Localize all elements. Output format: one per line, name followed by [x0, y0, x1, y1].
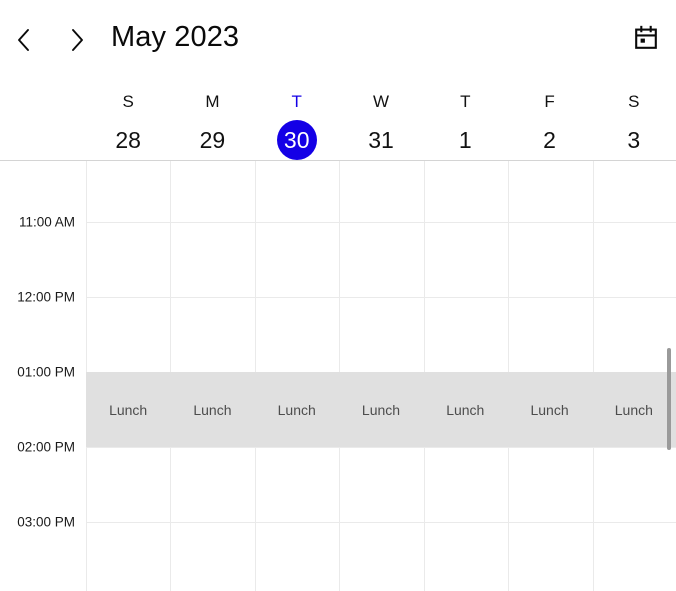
vertical-scrollbar[interactable]: [665, 161, 673, 591]
calendar-icon: [633, 25, 659, 56]
day-header-1[interactable]: M 29: [170, 80, 254, 161]
event-lunch[interactable]: Lunch: [423, 372, 508, 447]
grid-body: Lunch Lunch Lunch Lunch Lunch Lunch Lunc…: [86, 161, 676, 591]
event-title: Lunch: [361, 401, 401, 418]
event-lunch[interactable]: Lunch: [338, 372, 424, 447]
day-header-0[interactable]: S 28: [86, 80, 170, 161]
day-number-label: 1: [458, 126, 472, 153]
calendar-week-view: May 2023 S 28 M 29 T 30 W 31 T 1 F 2 S 3…: [0, 0, 676, 591]
day-number-badge[interactable]: 1: [445, 120, 485, 160]
previous-period-button[interactable]: [6, 22, 42, 58]
event-lunch[interactable]: Lunch: [254, 372, 339, 447]
time-label-0300pm: 03:00 PM: [17, 514, 75, 530]
time-label-1200pm: 12:00 PM: [17, 289, 75, 305]
day-number-label: 30: [283, 126, 310, 153]
event-lunch[interactable]: Lunch: [591, 372, 676, 447]
event-title: Lunch: [614, 401, 653, 418]
day-number-badge-selected[interactable]: 30: [276, 120, 317, 160]
day-number-label: 3: [627, 126, 641, 153]
day-number-label: 28: [115, 126, 141, 153]
day-of-week-label: T: [291, 92, 302, 111]
event-title: Lunch: [277, 401, 316, 418]
time-grid: 11:00 AM 12:00 PM 01:00 PM 02:00 PM 03:0…: [0, 161, 676, 591]
event-title: Lunch: [193, 401, 232, 418]
day-of-week-label: S: [628, 92, 640, 111]
day-number-label: 29: [199, 126, 226, 153]
day-number-label: 31: [368, 126, 394, 153]
calendar-picker-button[interactable]: [626, 20, 666, 60]
next-period-button[interactable]: [59, 22, 95, 58]
day-of-week-label: W: [372, 92, 389, 111]
event-title: Lunch: [109, 401, 148, 418]
hour-line-0200pm: [86, 447, 676, 448]
time-label-0100pm: 01:00 PM: [17, 364, 75, 380]
time-label-0200pm: 02:00 PM: [17, 439, 75, 455]
day-header-3[interactable]: W 31: [339, 80, 423, 161]
day-header-4[interactable]: T 1: [423, 80, 507, 161]
event-lunch[interactable]: Lunch: [86, 372, 171, 447]
day-header-5[interactable]: F 2: [507, 80, 591, 161]
day-number-badge[interactable]: 3: [614, 120, 654, 160]
day-of-week-label: S: [122, 92, 134, 111]
day-header-6[interactable]: S 3: [592, 80, 676, 161]
calendar-toolbar: May 2023: [0, 0, 676, 80]
event-lunch[interactable]: Lunch: [170, 372, 255, 447]
day-number-badge[interactable]: 31: [361, 120, 401, 160]
day-number-badge[interactable]: 28: [108, 120, 148, 160]
time-label-1100am: 11:00 AM: [18, 214, 75, 230]
day-number-badge[interactable]: 2: [530, 120, 570, 160]
hour-line-1200pm: [86, 297, 676, 298]
time-gutter: 11:00 AM 12:00 PM 01:00 PM 02:00 PM 03:0…: [0, 161, 86, 591]
day-of-week-label: M: [205, 92, 220, 111]
event-title: Lunch: [530, 401, 569, 418]
day-number-badge[interactable]: 29: [192, 120, 232, 160]
week-day-header: S 28 M 29 T 30 W 31 T 1 F 2 S 3: [86, 80, 676, 161]
chevron-left-icon: [14, 27, 34, 53]
event-title: Lunch: [446, 401, 485, 418]
day-of-week-label: F: [544, 92, 555, 111]
event-lunch[interactable]: Lunch: [507, 372, 592, 447]
day-number-label: 2: [543, 126, 556, 153]
page-title: May 2023: [111, 21, 240, 53]
hour-line-0300pm: [86, 522, 676, 523]
scrollbar-thumb[interactable]: [667, 348, 671, 450]
hour-line-1100am: [86, 222, 676, 223]
chevron-right-icon: [67, 27, 87, 53]
day-of-week-label: T: [460, 92, 471, 111]
day-header-2[interactable]: T 30: [255, 80, 339, 161]
